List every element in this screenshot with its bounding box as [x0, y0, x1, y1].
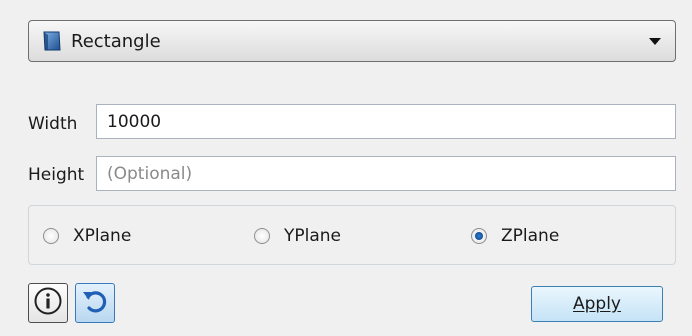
- radio-zplane[interactable]: ZPlane: [471, 226, 559, 246]
- rectangle-panel: Rectangle Width 10000 Height (Optional) …: [0, 0, 692, 336]
- radio-button[interactable]: [254, 228, 270, 244]
- radio-button[interactable]: [43, 228, 59, 244]
- info-icon: [33, 286, 63, 320]
- height-field[interactable]: (Optional): [96, 156, 676, 191]
- radio-label-zplane: ZPlane: [501, 226, 560, 246]
- reset-button[interactable]: [75, 283, 115, 323]
- shape-type-value: Rectangle: [71, 30, 161, 52]
- radio-label-xplane: XPlane: [73, 226, 132, 246]
- height-label: Height: [28, 165, 85, 185]
- chevron-down-icon[interactable]: [649, 38, 661, 45]
- radio-button-selected[interactable]: [471, 228, 487, 244]
- undo-icon: [80, 286, 110, 320]
- radio-label-yplane: YPlane: [284, 226, 342, 246]
- plane-radio-group: XPlane YPlane ZPlane: [28, 205, 676, 265]
- radio-xplane[interactable]: XPlane: [43, 226, 131, 246]
- shape-type-dropdown[interactable]: Rectangle: [28, 20, 676, 62]
- radio-yplane[interactable]: YPlane: [254, 226, 341, 246]
- width-label: Width: [28, 114, 78, 134]
- apply-button[interactable]: Apply: [531, 286, 663, 322]
- rectangle-shape-icon: [41, 30, 63, 52]
- width-field[interactable]: 10000: [96, 104, 676, 139]
- info-button[interactable]: [28, 283, 68, 323]
